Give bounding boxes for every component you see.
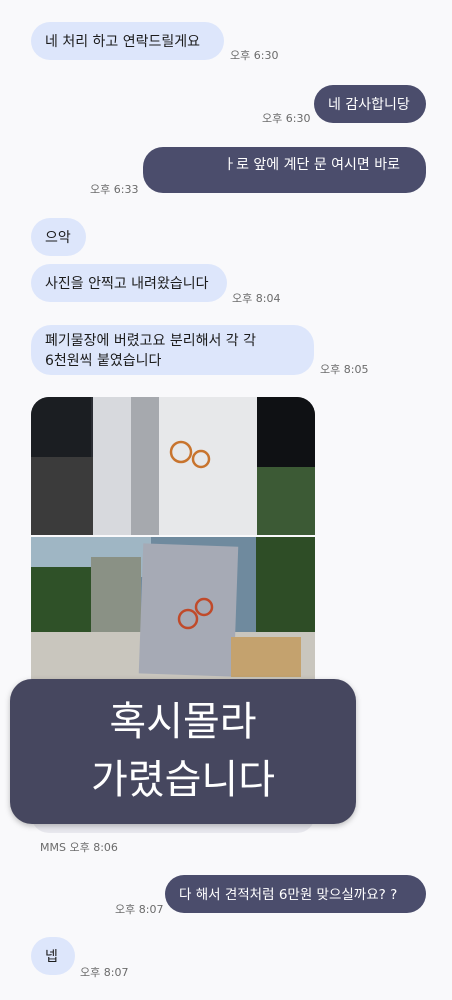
message-bubble-outgoing[interactable]: ㅏ로 앞에 계단 문 여시면 바로 — [143, 147, 426, 193]
mms-photo-bottom[interactable] — [31, 537, 315, 679]
message-text-clipped: ㅏ로 앞에 계단 문 여시면 바로 — [223, 157, 400, 173]
message-bubble-incoming[interactable]: 사진을 안찍고 내려왔습니다 — [31, 264, 227, 302]
message-timestamp: 오후 6:33 — [90, 183, 139, 196]
message-timestamp: 오후 8:07 — [115, 903, 164, 916]
message-bubble-incoming[interactable]: 폐기물장에 버렸고요 분리해서 각 각 6천원씩 붙였습니다 — [31, 325, 314, 375]
message-timestamp: 오후 8:07 — [80, 966, 129, 979]
message-timestamp: 오후 6:30 — [230, 49, 279, 62]
message-bubble-incoming[interactable]: 으악 — [31, 218, 86, 256]
message-timestamp: 오후 8:05 — [320, 363, 369, 376]
photo-image-appliance-dusk — [31, 537, 315, 679]
censor-overlay: 혹시몰라 가렸습니다 — [10, 679, 356, 824]
message-bubble-outgoing[interactable]: 네 감사합니당 — [314, 85, 426, 123]
message-bubble-incoming[interactable]: 넵 — [31, 937, 75, 975]
mms-timestamp: MMS 오후 8:06 — [40, 841, 118, 854]
photo-image-appliance-night — [31, 397, 315, 535]
message-timestamp: 오후 8:04 — [232, 292, 281, 305]
message-bubble-incoming[interactable]: 네 처리 하고 연락드릴게요 — [31, 22, 224, 60]
message-timestamp: 오후 6:30 — [262, 112, 311, 125]
mms-photo-top[interactable] — [31, 397, 315, 535]
message-bubble-outgoing[interactable]: 다 해서 견적처럼 6만원 맞으실까요? ? — [165, 875, 426, 913]
